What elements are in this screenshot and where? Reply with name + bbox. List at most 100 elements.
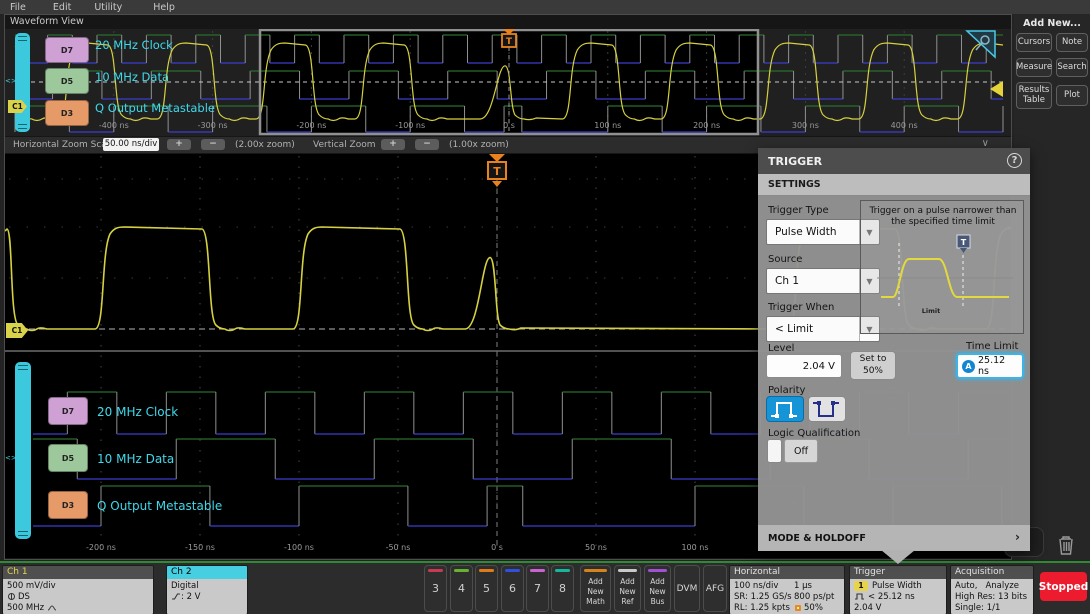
channel-2-badge[interactable]: Ch 2 Digital : 2 V bbox=[166, 565, 248, 614]
menu-utility[interactable]: Utility bbox=[94, 2, 122, 13]
overview-axis-label: -100 ns bbox=[395, 121, 426, 130]
waveform-overview[interactable]: T <> C1 -400 ns -300 ns -200 ns -100 ns 0 s1… bbox=[5, 29, 1011, 136]
horizontal-badge[interactable]: Horizontal 100 ns/div 1 µs SR: 1.25 GS/s 8… bbox=[729, 565, 845, 614]
mode-holdoff-footer[interactable]: MODE & HOLDOFF › bbox=[758, 525, 1030, 551]
bottom-status-bar: Ch 1 500 mV/div DS 500 MHz Ch 2 Digital bbox=[0, 561, 1090, 614]
logic-qualification-label: Logic Qualification bbox=[768, 428, 861, 439]
run-stop-status[interactable]: Stopped bbox=[1039, 572, 1088, 601]
add-new-search-button[interactable]: Search bbox=[1056, 58, 1088, 77]
channel-color-strip bbox=[428, 569, 443, 572]
digital-channel-badge-d7[interactable]: D7 bbox=[45, 37, 89, 63]
source-value: Ch 1 bbox=[775, 275, 800, 287]
channel-button-label: 7 bbox=[534, 582, 541, 595]
v-zoom-label: Vertical Zoom bbox=[313, 140, 376, 150]
tab-settings[interactable]: SETTINGS bbox=[758, 174, 1030, 196]
add-button-label: Add New Bus bbox=[649, 577, 666, 606]
overview-drag-handle[interactable] bbox=[15, 33, 30, 132]
add-new-ref-button[interactable]: Add New Ref bbox=[614, 565, 641, 612]
trigger-title: Trigger bbox=[850, 566, 946, 579]
trigger-hint-line2: the specified time limit bbox=[891, 217, 995, 228]
add-new-math-button[interactable]: Add New Math bbox=[580, 565, 611, 612]
svg-text:T: T bbox=[961, 238, 967, 247]
level-label: Level bbox=[768, 343, 795, 354]
acq-resolution: High Res: 13 bits bbox=[955, 591, 1028, 602]
logic-toggle-value[interactable]: Off bbox=[784, 439, 818, 463]
channel-1-badge[interactable]: Ch 1 500 mV/div DS 500 MHz bbox=[2, 565, 154, 614]
add-new-bus-button[interactable]: Add New Bus bbox=[644, 565, 671, 612]
expand-arrows-icon[interactable]: <> bbox=[5, 77, 17, 85]
time-limit-field[interactable]: A 25.12 ns bbox=[956, 353, 1024, 379]
channel-button-3[interactable]: 3 bbox=[424, 565, 447, 612]
digital-channel-badge-d3[interactable]: D3 bbox=[45, 100, 89, 126]
digital-group-drag-handle[interactable] bbox=[15, 362, 31, 539]
add-new-results-table-button[interactable]: Results Table bbox=[1016, 82, 1052, 109]
add-new-note-button[interactable]: Note bbox=[1056, 33, 1088, 52]
overview-axis-label: 100 ns bbox=[594, 121, 622, 130]
dvm-button[interactable]: DVM bbox=[674, 565, 700, 612]
h-resolution: 800 ps/pt bbox=[794, 591, 835, 602]
h-sample-rate: SR: 1.25 GS/s bbox=[734, 591, 792, 602]
help-icon[interactable]: ? bbox=[1007, 153, 1022, 168]
knob-a-icon: A bbox=[962, 359, 975, 373]
menu-edit[interactable]: Edit bbox=[53, 2, 71, 13]
expansion-point-icon bbox=[795, 604, 801, 611]
ch1-title: Ch 1 bbox=[3, 566, 153, 579]
add-new-cursors-button[interactable]: Cursors bbox=[1016, 33, 1052, 52]
channel-color-strip bbox=[454, 569, 469, 572]
trash-icon[interactable] bbox=[1052, 532, 1080, 558]
trigger-type-value: Pulse Width bbox=[775, 226, 837, 238]
panel-callout-pointer bbox=[881, 550, 915, 564]
overview-axis-label: 200 ns bbox=[693, 121, 721, 130]
digital-channel-badge-d5[interactable]: D5 bbox=[45, 68, 89, 94]
channel-button-5[interactable]: 5 bbox=[475, 565, 498, 612]
mode-holdoff-label: MODE & HOLDOFF bbox=[768, 532, 866, 544]
ch2-mode: Digital bbox=[171, 580, 199, 591]
polarity-positive-button[interactable] bbox=[766, 396, 804, 422]
ch2-title: Ch 2 bbox=[167, 566, 247, 579]
channel-button-6[interactable]: 6 bbox=[501, 565, 524, 612]
ch2-threshold: : 2 V bbox=[181, 591, 201, 602]
channel-button-4[interactable]: 4 bbox=[450, 565, 473, 612]
v-zoom-plus-button[interactable]: + bbox=[381, 139, 405, 150]
trigger-when-value: < Limit bbox=[775, 323, 814, 335]
add-new-measure-button[interactable]: Measure bbox=[1016, 58, 1052, 77]
logic-toggle-knob[interactable] bbox=[767, 439, 782, 463]
digital-channel-badge-d5[interactable]: D5 bbox=[48, 444, 88, 472]
menu-help[interactable]: Help bbox=[153, 2, 175, 13]
main-axis-label: 0 s bbox=[491, 543, 503, 552]
v-zoom-minus-button[interactable]: − bbox=[415, 139, 439, 150]
h-zoom-scale-input[interactable]: 50.00 ns/div bbox=[103, 138, 159, 151]
trigger-hint-line1: Trigger on a pulse narrower than bbox=[869, 206, 1017, 216]
h-zoom-minus-button[interactable]: − bbox=[201, 139, 225, 150]
menu-file[interactable]: File bbox=[10, 2, 26, 13]
h-zoom-plus-button[interactable]: + bbox=[167, 139, 191, 150]
main-axis-label: -150 ns bbox=[185, 543, 215, 552]
add-new-plot-button[interactable]: Plot bbox=[1056, 85, 1088, 106]
channel-button-label: 4 bbox=[458, 582, 465, 595]
level-field[interactable]: 2.04 V bbox=[766, 354, 842, 378]
set-to-50-button[interactable]: Set to 50% bbox=[850, 351, 896, 380]
afg-button[interactable]: AFG bbox=[703, 565, 727, 612]
trigger-panel-title: TRIGGER bbox=[768, 154, 823, 168]
svg-text:T: T bbox=[493, 165, 501, 178]
channel-button-label: 8 bbox=[559, 582, 566, 595]
digital-channel-badge-d3[interactable]: D3 bbox=[48, 491, 88, 519]
digital-channel-badge-d7[interactable]: D7 bbox=[48, 397, 88, 425]
expand-arrows-icon[interactable]: <> bbox=[5, 454, 17, 462]
trigger-level: 2.04 V bbox=[854, 602, 882, 613]
polarity-negative-button[interactable] bbox=[808, 396, 846, 422]
channel-button-label: 3 bbox=[432, 582, 439, 595]
add-button-label: Add New Math bbox=[586, 577, 605, 606]
acquisition-badge[interactable]: Acquisition Auto, Analyze High Res: 13 bi… bbox=[950, 565, 1034, 614]
overview-axis-label: 0 s bbox=[503, 121, 515, 130]
trigger-badge[interactable]: Trigger 1 Pulse Width < 25.12 ns 2.04 V bbox=[849, 565, 947, 614]
channel-color-strip bbox=[505, 569, 520, 572]
trigger-when-label: Trigger When bbox=[768, 302, 835, 313]
bandwidth-icon bbox=[48, 604, 57, 610]
trigger-panel-header[interactable]: TRIGGER ? bbox=[758, 148, 1030, 174]
pulse-icon bbox=[855, 593, 864, 600]
ch1-bandwidth: 500 MHz bbox=[7, 602, 45, 613]
channel-button-8[interactable]: 8 bbox=[551, 565, 574, 612]
channel-button-7[interactable]: 7 bbox=[526, 565, 549, 612]
acq-sequence: Single: 1/1 bbox=[955, 602, 1001, 613]
